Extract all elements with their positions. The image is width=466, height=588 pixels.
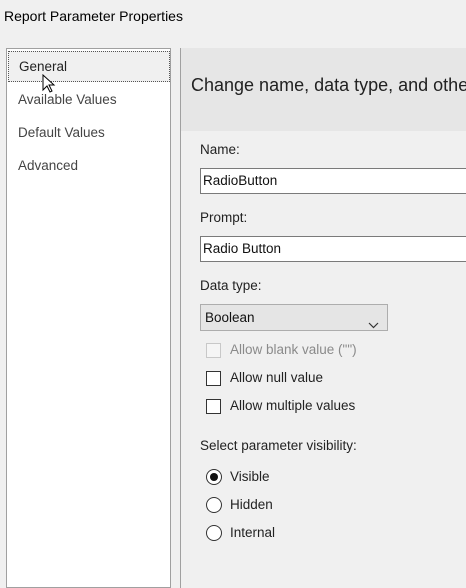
visibility-visible-radio[interactable]: [206, 469, 222, 485]
radio-selected-dot: [210, 473, 218, 481]
data-type-label: Data type:: [200, 278, 262, 293]
visibility-label: Select parameter visibility:: [200, 438, 357, 453]
chevron-down-icon: [368, 312, 379, 337]
name-field[interactable]: RadioButton: [200, 168, 466, 194]
page-header: Change name, data type, and othe: [191, 75, 466, 95]
window-title: Report Parameter Properties: [4, 8, 183, 24]
allow-multiple-checkbox[interactable]: [206, 399, 221, 414]
allow-blank-label: Allow blank value (""): [230, 342, 357, 357]
prompt-field[interactable]: Radio Button: [200, 236, 466, 262]
data-type-select[interactable]: Boolean: [200, 304, 388, 331]
visibility-hidden-label: Hidden: [230, 497, 273, 512]
nav-item-advanced[interactable]: Advanced: [7, 150, 170, 181]
mouse-pointer-icon: [42, 73, 56, 97]
visibility-internal-radio[interactable]: [206, 525, 222, 541]
data-type-value: Boolean: [205, 310, 255, 325]
prompt-label: Prompt:: [200, 210, 248, 225]
allow-multiple-label: Allow multiple values: [230, 398, 356, 413]
nav-panel: General Available Values Default Values …: [6, 48, 171, 588]
visibility-visible-label: Visible: [230, 469, 270, 484]
name-label: Name:: [200, 142, 240, 157]
nav-item-general[interactable]: General: [8, 51, 170, 82]
visibility-internal-label: Internal: [230, 525, 276, 540]
visibility-hidden-radio[interactable]: [206, 497, 222, 513]
nav-item-default-values[interactable]: Default Values: [7, 117, 170, 148]
allow-null-checkbox[interactable]: [206, 371, 221, 386]
allow-null-label: Allow null value: [230, 370, 324, 385]
allow-blank-checkbox[interactable]: [206, 343, 221, 358]
nav-item-available-values[interactable]: Available Values: [7, 84, 170, 115]
